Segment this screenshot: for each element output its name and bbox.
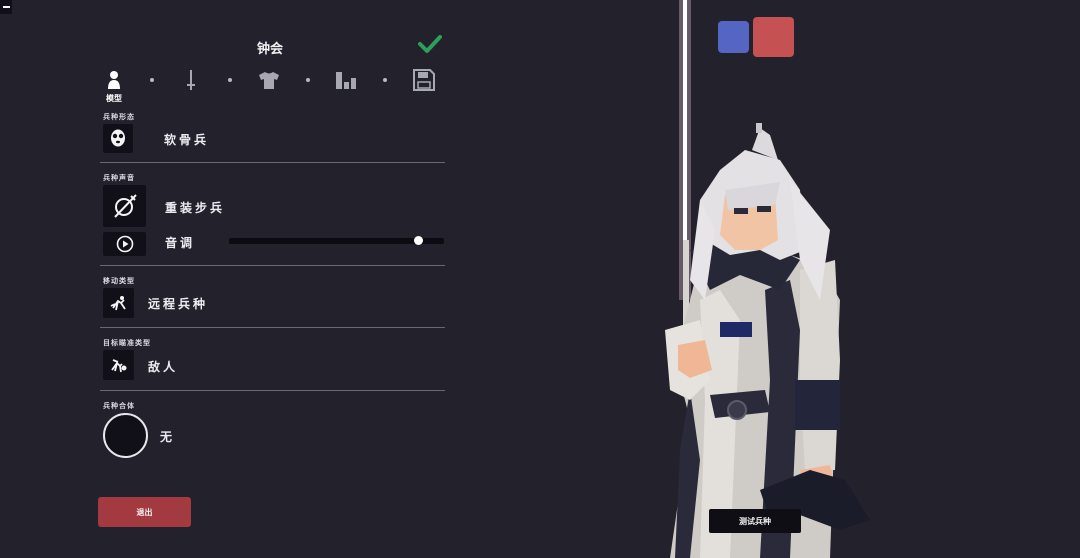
- tab-separator-dot: [306, 78, 310, 82]
- play-voice-button[interactable]: [103, 232, 146, 256]
- unit-editor-panel: 钟会 模型 兵种形态 软骨兵 兵种声音 重装步兵 音调 移动类型 远程兵种 目标…: [0, 0, 470, 558]
- target-icon: [110, 359, 126, 373]
- unit-merge-label: 兵种合体: [103, 402, 135, 410]
- section-divider: [100, 265, 445, 266]
- unit-voice-value[interactable]: 重装步兵: [165, 199, 225, 216]
- section-divider: [100, 390, 445, 391]
- team-color-red-swatch[interactable]: [753, 17, 794, 57]
- play-icon: [116, 235, 133, 253]
- editor-tabs: 模型: [100, 66, 445, 106]
- person-icon: [108, 71, 120, 89]
- unit-preview-viewport[interactable]: [470, 0, 1080, 558]
- shirt-icon: [259, 72, 279, 89]
- sword-shield-icon: [113, 194, 137, 218]
- section-divider: [100, 327, 445, 328]
- tab-model-label: 模型: [106, 94, 122, 103]
- pitch-slider[interactable]: [229, 236, 444, 245]
- pitch-label: 音调: [165, 236, 196, 250]
- unit-base-label: 兵种形态: [103, 113, 135, 121]
- unit-base-selector[interactable]: [103, 124, 133, 153]
- unit-merge-selector[interactable]: [103, 413, 148, 458]
- unit-base-value[interactable]: 软骨兵: [164, 131, 209, 148]
- targeting-type-selector[interactable]: [103, 350, 134, 380]
- section-divider: [100, 162, 445, 163]
- pitch-slider-handle[interactable]: [414, 236, 424, 245]
- unit-name-title[interactable]: 钟会: [230, 38, 310, 57]
- tab-separator-dot: [383, 78, 387, 82]
- confirm-check-icon[interactable]: [418, 34, 442, 54]
- tab-stats[interactable]: [332, 66, 360, 94]
- targeting-type-value[interactable]: 敌人: [148, 358, 178, 375]
- unit-voice-selector[interactable]: [103, 185, 146, 227]
- bar-chart-icon: [336, 72, 356, 89]
- team-color-blue-swatch[interactable]: [718, 21, 749, 53]
- skull-mask-icon: [111, 129, 125, 146]
- movement-type-selector[interactable]: [103, 288, 134, 318]
- unit-voice-label: 兵种声音: [103, 174, 135, 182]
- tab-save[interactable]: [410, 66, 438, 94]
- unit-3d-model: [665, 0, 870, 558]
- tab-model[interactable]: 模型: [100, 66, 128, 103]
- unit-merge-value[interactable]: 无: [160, 428, 175, 445]
- test-unit-button[interactable]: 测试兵种: [709, 509, 801, 533]
- movement-type-label: 移动类型: [103, 277, 135, 285]
- tab-weapon[interactable]: [177, 66, 205, 94]
- exit-button[interactable]: 退出: [98, 497, 191, 527]
- tab-separator-dot: [150, 78, 154, 82]
- movement-type-value[interactable]: 远程兵种: [148, 295, 208, 312]
- tab-separator-dot: [228, 78, 232, 82]
- movement-icon: [110, 296, 126, 311]
- targeting-type-label: 目标瞄准类型: [103, 339, 151, 347]
- floppy-disk-icon: [413, 69, 435, 91]
- sword-icon: [187, 70, 195, 90]
- tab-clothing[interactable]: [255, 66, 283, 94]
